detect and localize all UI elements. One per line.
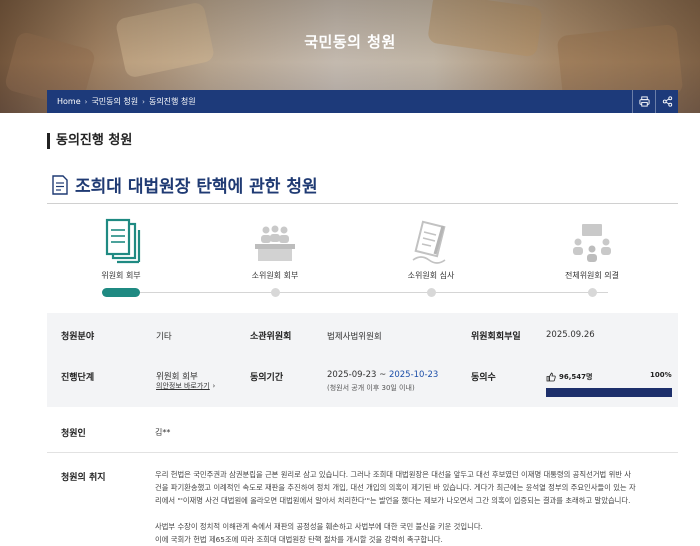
step-label: 전체위원회 의결 bbox=[564, 271, 620, 280]
purpose-line: 우리 헌법은 국민주권과 삼권분립을 근본 원리로 삼고 있습니다. 그러나 조… bbox=[155, 470, 632, 479]
votes-count: 96,547명 bbox=[546, 372, 592, 382]
breadcrumb-separator-icon: › bbox=[142, 97, 145, 106]
committee-icon bbox=[573, 224, 611, 262]
period-note: (청원서 공개 이후 30일 이내) bbox=[327, 384, 415, 392]
period-label: 동의기간 bbox=[250, 373, 284, 383]
referral-date-label: 위원회회부일 bbox=[471, 332, 521, 342]
referral-date-value: 2025.09.26 bbox=[546, 330, 595, 340]
hero-title: 국민동의 청원 bbox=[304, 33, 396, 51]
breadcrumb-item[interactable]: 국민동의 청원 bbox=[91, 96, 138, 107]
purpose-line: 사법부 수장이 정치적 이해관계 속에서 재판의 공정성을 훼손하고 사법부에 … bbox=[155, 522, 483, 531]
step-indicator bbox=[427, 288, 436, 297]
hero-banner: 국민동의 청원 Home › 국민동의 청원 › 동의진행 청원 bbox=[0, 0, 700, 113]
purpose-text: 우리 헌법은 국민주권과 삼권분립을 근본 원리로 삼고 있습니다. 그러나 조… bbox=[155, 468, 675, 546]
divider bbox=[47, 203, 678, 204]
votes-progress-bar bbox=[546, 388, 672, 397]
purpose-line: 건을 파기환송했고 이례적인 속도로 재판을 추진하여 정치 개입, 대선 개입… bbox=[155, 483, 636, 492]
period-start: 2025-09-23 bbox=[327, 370, 377, 380]
votes-label: 동의수 bbox=[471, 373, 496, 383]
documents-icon bbox=[105, 218, 141, 264]
section-title: 동의진행 청원 bbox=[47, 133, 132, 149]
field-label: 청원분야 bbox=[61, 332, 95, 342]
petitioner-label: 청원인 bbox=[61, 429, 86, 439]
field-value: 기타 bbox=[156, 332, 172, 342]
bill-info-link-text[interactable]: 의안정보 바로가기 bbox=[156, 382, 210, 390]
period-end: 2025-10-23 bbox=[388, 370, 439, 380]
step-label: 소위원회 회부 bbox=[251, 271, 299, 280]
petition-title: 조희대 대법원장 탄핵에 관한 청원 bbox=[75, 177, 318, 197]
purpose-line: 리에서 "'이재명 사건 대법원에 올라오면 대법원에서 알아서 처리한다'"는… bbox=[155, 496, 631, 505]
committee-label: 소관위원회 bbox=[250, 332, 292, 342]
petitioner-value: 김** bbox=[155, 428, 171, 437]
step-subcommittee-review: 소위원회 심사 bbox=[381, 212, 481, 297]
purpose-line: 이에 국회가 헌법 제65조에 따라 조희대 대법원장 탄핵 절차를 개시할 것… bbox=[155, 535, 443, 544]
chevron-right-icon: › bbox=[212, 382, 216, 390]
period-value: 2025-09-23 ~ 2025-10-23 bbox=[327, 370, 438, 380]
step-subcommittee-referral: 소위원회 회부 bbox=[225, 212, 325, 297]
purpose-line bbox=[155, 507, 675, 520]
breadcrumb-current[interactable]: 동의진행 청원 bbox=[149, 96, 196, 107]
print-button[interactable] bbox=[632, 90, 655, 113]
breadcrumb-bar: Home › 국민동의 청원 › 동의진행 청원 bbox=[47, 90, 678, 113]
meeting-icon bbox=[255, 225, 295, 261]
share-icon bbox=[662, 96, 672, 107]
step-indicator-active bbox=[102, 288, 140, 297]
breadcrumb-home[interactable]: Home bbox=[57, 97, 81, 106]
print-icon bbox=[638, 96, 650, 107]
petition-heading: 조희대 대법원장 탄핵에 관한 청원 bbox=[51, 172, 318, 197]
votes-percent: 100% bbox=[650, 371, 672, 379]
bill-info-link[interactable]: 의안정보 바로가기 › bbox=[156, 381, 215, 391]
petition-info-table: 청원분야 기타 소관위원회 법제사법위원회 위원회회부일 2025.09.26 … bbox=[47, 313, 678, 407]
votes-value: 96,547명 bbox=[559, 373, 593, 381]
breadcrumb-separator-icon: › bbox=[84, 97, 88, 106]
breadcrumb: Home › 국민동의 청원 › 동의진행 청원 bbox=[47, 96, 196, 107]
progress-track bbox=[121, 292, 608, 293]
document-icon bbox=[52, 174, 68, 195]
period-tilde: ~ bbox=[376, 370, 389, 380]
purpose-label: 청원의 취지 bbox=[61, 473, 106, 483]
page-tools bbox=[632, 90, 678, 113]
divider bbox=[47, 452, 678, 453]
committee-value: 법제사법위원회 bbox=[327, 332, 382, 342]
step-committee-referral: 위원회 회부 bbox=[71, 212, 171, 297]
step-full-committee-vote: 전체위원회 의결 bbox=[542, 212, 642, 297]
review-icon bbox=[412, 220, 446, 264]
stage-label: 진행단계 bbox=[61, 373, 95, 383]
progress-steps: 위원회 회부 소위원회 회부 소위원회 심사 전체위원회 의결 bbox=[47, 212, 678, 300]
step-label: 소위원회 심사 bbox=[407, 271, 455, 280]
step-indicator bbox=[588, 288, 597, 297]
step-indicator bbox=[271, 288, 280, 297]
thumbs-up-icon bbox=[546, 372, 556, 382]
share-button[interactable] bbox=[655, 90, 678, 113]
step-label: 위원회 회부 bbox=[101, 271, 141, 280]
